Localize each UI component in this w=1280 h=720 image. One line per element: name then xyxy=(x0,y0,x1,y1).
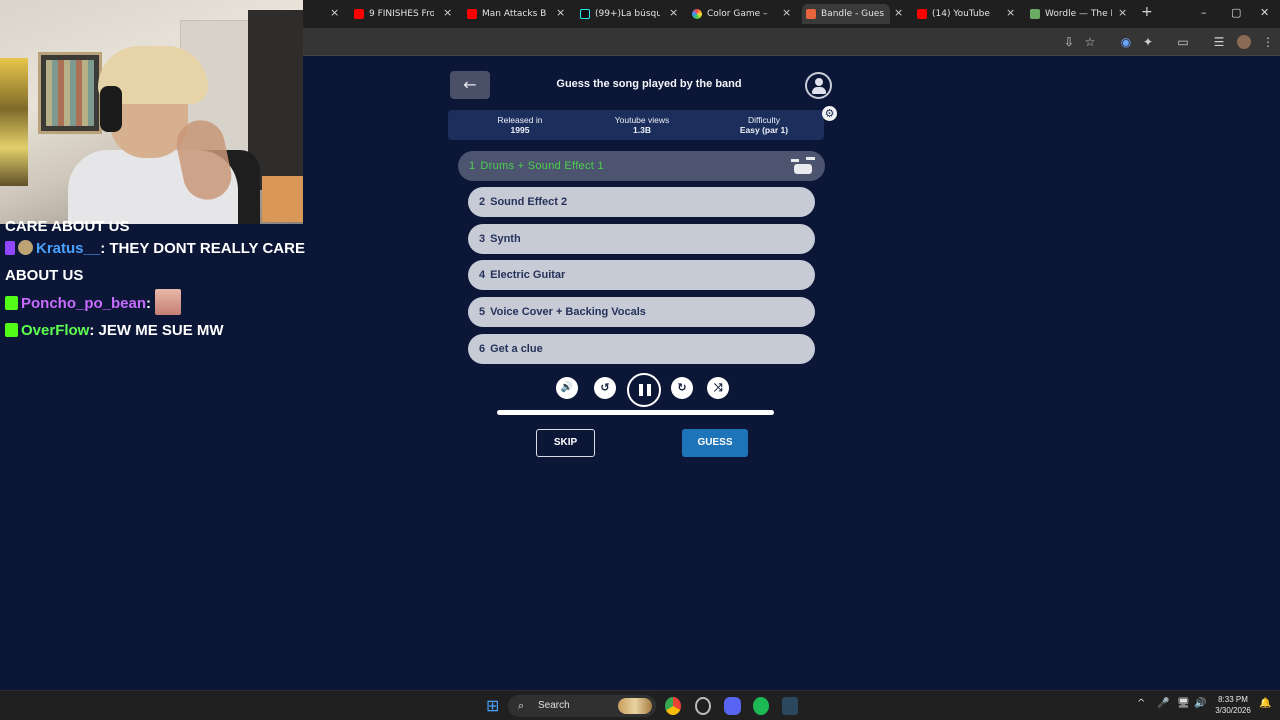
windows-start-icon[interactable]: ⊞ xyxy=(486,697,502,715)
close-tab-icon[interactable]: × xyxy=(1006,6,1015,19)
difficulty-stat: Difficulty Easy (par 1) xyxy=(739,115,789,135)
chat-text: JEW ME SUE MW xyxy=(94,322,224,339)
close-tab-icon[interactable]: × xyxy=(894,6,903,19)
skip-button[interactable]: SKIP xyxy=(536,429,595,457)
speaker-icon[interactable]: 🔊 xyxy=(1194,698,1206,709)
task-view-icon[interactable] xyxy=(695,697,711,715)
close-window-button[interactable]: ✕ xyxy=(1260,6,1269,19)
color-game-icon xyxy=(692,9,702,19)
close-tab-icon[interactable]: × xyxy=(556,6,565,19)
close-tab-icon[interactable]: × xyxy=(1118,6,1127,19)
extension-badge-icon[interactable]: ◉ xyxy=(1119,35,1133,49)
close-tab-icon[interactable]: × xyxy=(330,6,339,19)
guess-button[interactable]: GUESS xyxy=(682,429,748,457)
youtube-icon xyxy=(354,9,364,19)
discord-icon[interactable] xyxy=(724,697,741,715)
clue-2[interactable]: 2 Sound Effect 2 xyxy=(468,187,815,217)
forward-icon[interactable]: ↻ xyxy=(671,377,693,399)
side-panel-icon[interactable]: ▭ xyxy=(1176,35,1190,49)
chat-username: OverFlow xyxy=(21,322,90,339)
microphone-icon[interactable]: 🎤 xyxy=(1157,698,1169,709)
network-icon[interactable]: 🖥 xyxy=(1177,698,1190,709)
browser-tab[interactable]: Color Game – xyxy=(692,4,774,24)
chat-message-continued: ABOUT US xyxy=(5,267,84,284)
search-highlight-image xyxy=(618,698,652,714)
kick-badge-icon xyxy=(5,323,18,337)
bandle-icon xyxy=(806,9,816,19)
pause-button[interactable] xyxy=(627,373,661,407)
chat-message: Poncho_po_bean: xyxy=(0,289,303,317)
menu-icon[interactable]: ⋮ xyxy=(1261,35,1275,49)
media-control-icon[interactable]: ☰ xyxy=(1212,35,1226,49)
search-icon: ⌕ xyxy=(518,699,525,712)
close-tab-icon[interactable]: × xyxy=(443,6,452,19)
headphones xyxy=(100,86,122,132)
browser-tab[interactable]: 9 FINISHES From xyxy=(354,4,434,24)
clue-3[interactable]: 3 Synth xyxy=(468,224,815,254)
browser-tab-active[interactable]: Bandle - Gues xyxy=(802,4,890,24)
wall-frame xyxy=(38,52,102,134)
chat-emote xyxy=(155,289,182,315)
chat-text: THEY DONT REALLY CARE xyxy=(105,240,305,257)
youtube-icon xyxy=(467,9,477,19)
clue-1-revealed[interactable]: 1 Drums + Sound Effect 1 xyxy=(458,151,825,181)
drums-icon xyxy=(791,157,815,175)
taskbar-clock[interactable]: 8:33 PM 3/30/2026 xyxy=(1208,694,1258,716)
clue-4[interactable]: 4 Electric Guitar xyxy=(468,260,815,290)
chat-message: OverFlow: JEW ME SUE MW xyxy=(0,317,303,344)
browser-tab[interactable]: Man Attacks Blind xyxy=(467,4,547,24)
audio-player: 🔊 ↺ ↻ ⤨ xyxy=(448,373,838,407)
notification-icon[interactable]: 🔔 xyxy=(1259,698,1271,709)
tiktok-icon xyxy=(580,9,590,19)
maximize-button[interactable]: ▢ xyxy=(1231,6,1241,19)
box xyxy=(262,176,303,222)
youtube-views-stat: Youtube views 1.3B xyxy=(614,115,670,135)
settings-gear-icon[interactable]: ⚙ xyxy=(822,106,837,121)
steam-icon[interactable] xyxy=(782,697,798,715)
wall-poster xyxy=(0,58,28,186)
new-tab-button[interactable]: + xyxy=(1141,4,1153,20)
browser-tab[interactable]: (14) YouTube xyxy=(917,4,997,24)
clue-5[interactable]: 5 Voice Cover + Backing Vocals xyxy=(468,297,815,327)
taskbar-search[interactable]: ⌕ Search xyxy=(508,695,656,717)
song-info-bar: Released in 1995 Youtube views 1.3B Diffic… xyxy=(448,110,824,140)
close-tab-icon[interactable]: × xyxy=(669,6,678,19)
volume-icon[interactable]: 🔊 xyxy=(556,377,578,399)
profile-avatar-icon[interactable] xyxy=(1237,35,1251,49)
shuffle-icon[interactable]: ⤨ xyxy=(707,377,729,399)
close-tab-icon[interactable]: × xyxy=(782,6,791,19)
bookmark-star-icon[interactable]: ☆ xyxy=(1083,35,1097,49)
wordle-icon xyxy=(1030,9,1040,19)
release-year-stat: Released in 1995 xyxy=(497,115,543,135)
youtube-icon xyxy=(917,9,927,19)
windows-taskbar: ⊞ ⌕ Search ^ 🎤 🖥 🔊 8:33 PM 3/30/2026 🔔 xyxy=(0,690,1280,720)
browser-tab[interactable]: (99+)La búsqued xyxy=(580,4,660,24)
back-button[interactable]: ← xyxy=(450,71,490,99)
get-a-clue-button[interactable]: 6 Get a clue xyxy=(468,334,815,364)
playback-progress-fill xyxy=(497,410,774,415)
minimize-button[interactable]: – xyxy=(1201,6,1207,19)
chat-message: Kratus__: THEY DONT REALLY CARE xyxy=(0,235,305,262)
install-app-icon[interactable]: ⇩ xyxy=(1062,35,1076,49)
chat-username: Poncho_po_bean xyxy=(21,295,147,312)
chat-message: CARE ABOUT US xyxy=(5,218,130,235)
extensions-icon[interactable]: ✦ xyxy=(1141,35,1155,49)
browser-tab[interactable]: Wordle — The Ne xyxy=(1030,4,1112,24)
chat-overlay: CARE ABOUT US Kratus__: THEY DONT REALLY… xyxy=(0,218,305,344)
spotify-icon[interactable] xyxy=(753,697,769,715)
game-header: ← Guess the song played by the band xyxy=(448,70,838,100)
chrome-icon[interactable] xyxy=(665,697,681,715)
webcam-overlay xyxy=(0,0,303,224)
sub-badge-icon xyxy=(18,240,33,255)
rewind-icon[interactable]: ↺ xyxy=(594,377,616,399)
twitch-badge-icon xyxy=(5,241,15,255)
tray-overflow-icon[interactable]: ^ xyxy=(1137,698,1145,709)
chat-username: Kratus__ xyxy=(36,240,101,257)
page-title: Guess the song played by the band xyxy=(556,78,742,90)
playback-progress-bar[interactable] xyxy=(497,410,774,415)
profile-icon[interactable] xyxy=(805,72,832,99)
kick-badge-icon xyxy=(5,296,18,310)
